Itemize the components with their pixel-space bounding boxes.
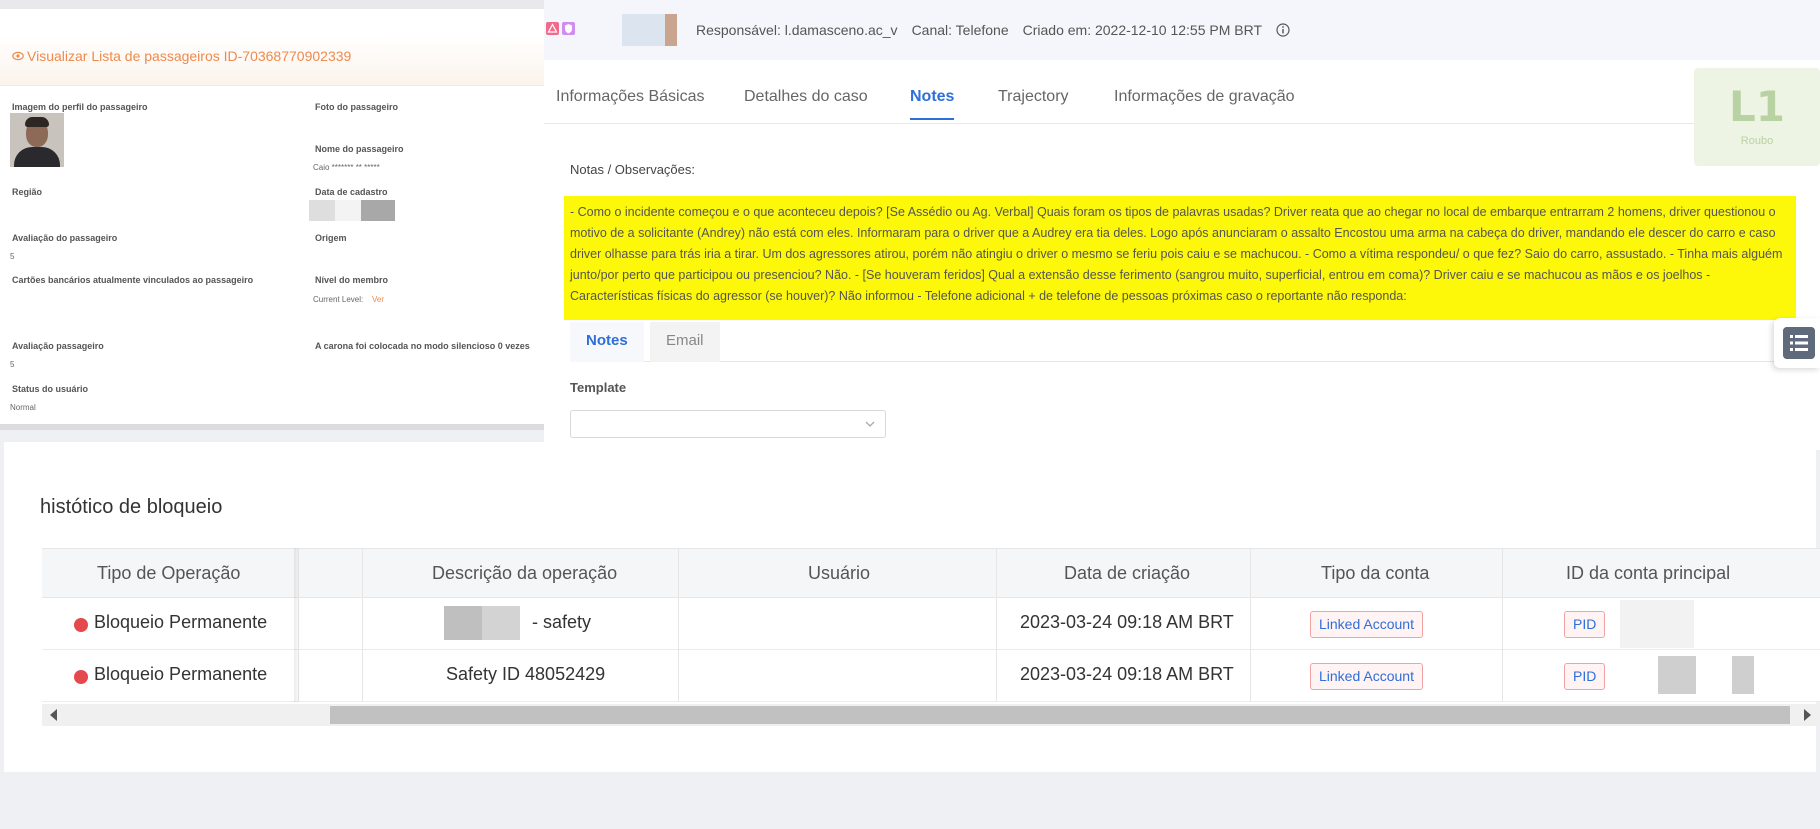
- redacted-block: [1732, 656, 1754, 694]
- col-account-type: Tipo da conta: [1321, 563, 1430, 583]
- rating-value: 5: [10, 252, 15, 261]
- subtab-notes[interactable]: Notes: [570, 322, 644, 362]
- user-status-value: Normal: [10, 403, 36, 412]
- current-level-link[interactable]: Ver: [372, 295, 384, 304]
- fixed-column-shadow: [294, 548, 300, 702]
- case-meta: Responsável: l.damasceno.ac_v Canal: Tel…: [696, 22, 1290, 38]
- row-operation-type: Bloqueio Permanente: [94, 664, 268, 684]
- tab-basic-info[interactable]: Informações Básicas: [556, 88, 705, 106]
- info-icon[interactable]: [1276, 23, 1290, 37]
- status-dot: [74, 618, 88, 632]
- rating-label: Avaliação do passageiro: [12, 233, 118, 243]
- redacted-block: [482, 606, 520, 640]
- passenger-rating-label: Avaliação passageiro: [12, 341, 104, 351]
- level-code: L1: [1729, 82, 1785, 131]
- main-id-tag: PID: [1564, 663, 1606, 690]
- passenger-rating-value: 5: [10, 360, 15, 369]
- avatar-body: [14, 147, 60, 167]
- template-select[interactable]: [570, 410, 886, 438]
- column-divider: [678, 548, 679, 702]
- redacted-block: [622, 14, 666, 46]
- passenger-list-title: Visualizar Lista de passageiros ID-70368…: [27, 48, 352, 64]
- passenger-panel: Visualizar Lista de passageiros ID-70368…: [0, 0, 544, 430]
- scroll-right-arrow-icon[interactable]: [1804, 709, 1811, 721]
- name-value: Caio ******* ** *****: [313, 163, 380, 172]
- row-created-date: 2023-03-24 09:18 AM BRT: [1020, 612, 1234, 632]
- block-history-title: histótico de bloqueio: [40, 496, 223, 518]
- level-badge: L1 Roubo: [1694, 68, 1820, 166]
- menu-list-button[interactable]: [1774, 318, 1820, 368]
- table-header: Tipo de Operação Descrição da operação U…: [42, 548, 1820, 598]
- row-created-date: 2023-03-24 09:18 AM BRT: [1020, 664, 1234, 684]
- case-header: Responsável: l.damasceno.ac_v Canal: Tel…: [544, 0, 1820, 60]
- panel-bottom-bar: [0, 424, 544, 430]
- block-history-panel: histótico de bloqueio Tipo de Operação D…: [4, 442, 1820, 772]
- table-row: Bloqueio Permanente - safety 2023-03-24 …: [42, 598, 1820, 650]
- redacted-date-part: [361, 200, 395, 221]
- column-divider: [996, 548, 997, 702]
- column-divider: [1250, 548, 1251, 702]
- current-level-label: Current Level:: [313, 295, 364, 304]
- redacted-block: [1658, 656, 1696, 694]
- scrollbar-thumb[interactable]: [330, 706, 1790, 724]
- panel-top-bar: [0, 0, 544, 9]
- col-created-date: Data de criação: [1064, 563, 1191, 583]
- redacted-block: [444, 606, 482, 640]
- avatar-hair: [25, 117, 49, 127]
- passenger-list-link[interactable]: Visualizar Lista de passageiros ID-70368…: [12, 48, 351, 64]
- tab-recording-info[interactable]: Informações de gravação: [1114, 88, 1295, 106]
- tab-trajectory[interactable]: Trajectory: [998, 88, 1069, 106]
- notes-text: - Como o incidente começou e o que acont…: [564, 196, 1796, 320]
- alert-triangle-icon: [546, 22, 559, 35]
- row-operation-description: Safety ID 48052429: [446, 664, 606, 684]
- member-level-label: Nível do membro: [315, 275, 389, 285]
- template-label: Template: [570, 380, 627, 395]
- table-row: Bloqueio Permanente Safety ID 48052429 2…: [42, 650, 1820, 702]
- redacted-date-part: [335, 200, 361, 221]
- user-status-label: Status do usuário: [12, 384, 89, 394]
- signup-date-label: Data de cadastro: [315, 187, 388, 197]
- name-label: Nome do passageiro: [315, 144, 404, 154]
- col-operation-type: Tipo de Operação: [97, 563, 241, 583]
- col-main-account-id: ID da conta principal: [1566, 563, 1731, 583]
- channel-text: Canal: Telefone: [911, 22, 1009, 38]
- row-operation-type: Bloqueio Permanente: [94, 612, 268, 632]
- shield-icon: [562, 22, 575, 35]
- level-label: Roubo: [1740, 135, 1774, 147]
- list-icon: [1783, 327, 1815, 359]
- redacted-block: [1620, 600, 1694, 648]
- region-label: Região: [12, 187, 43, 197]
- main-id-tag: PID: [1564, 611, 1606, 638]
- created-text: Criado em: 2022-12-10 12:55 PM BRT: [1022, 22, 1263, 38]
- origin-label: Origem: [315, 233, 347, 243]
- account-type-tag: Linked Account: [1310, 663, 1423, 690]
- redacted-block: [665, 14, 677, 46]
- silent-mode-label: A carona foi colocada no modo silencioso…: [315, 341, 530, 351]
- avatar[interactable]: [10, 113, 64, 167]
- col-operation-description: Descrição da operação: [432, 563, 618, 583]
- scroll-left-arrow-icon[interactable]: [50, 709, 57, 721]
- horizontal-scrollbar[interactable]: [42, 704, 1820, 726]
- photo-label: Foto do passageiro: [315, 102, 399, 112]
- tab-case-details[interactable]: Detalhes do caso: [744, 88, 868, 106]
- column-divider: [1502, 548, 1503, 702]
- account-type-tag: Linked Account: [1310, 611, 1423, 638]
- chevron-down-icon: [865, 421, 875, 427]
- bank-cards-label: Cartões bancários atualmente vinculados …: [12, 275, 254, 285]
- profile-image-label: Imagem do perfil do passageiro: [12, 102, 148, 112]
- row-operation-description: - safety: [532, 612, 592, 632]
- responsible-text: Responsável: l.damasceno.ac_v: [696, 22, 898, 38]
- note-subtabs: Notes Email: [570, 322, 1800, 362]
- column-divider: [362, 548, 363, 702]
- notes-label: Notas / Observações:: [570, 162, 695, 177]
- case-panel: Responsável: l.damasceno.ac_v Canal: Tel…: [544, 0, 1820, 450]
- status-dot: [74, 670, 88, 684]
- col-user: Usuário: [808, 563, 871, 583]
- subtab-email[interactable]: Email: [650, 322, 720, 362]
- case-tabs: Informações Básicas Detalhes do caso Not…: [544, 74, 1820, 124]
- eye-icon: [12, 51, 24, 61]
- tab-notes[interactable]: Notes: [910, 88, 955, 120]
- redacted-date-part: [309, 200, 335, 221]
